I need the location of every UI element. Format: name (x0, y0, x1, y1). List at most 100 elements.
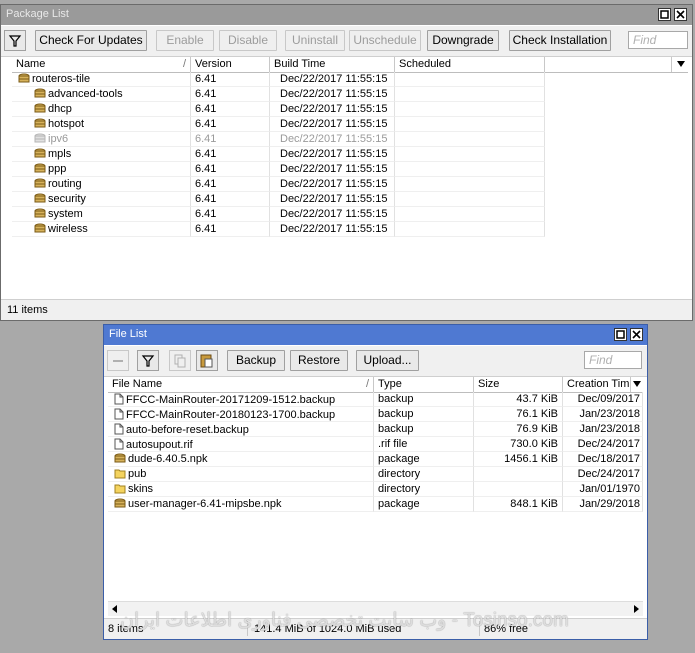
restore-button[interactable]: Restore (290, 350, 348, 371)
close-button[interactable] (630, 328, 643, 341)
cell-scheduled (395, 222, 545, 237)
table-row[interactable]: routing 6.41 Dec/22/2017 11:55:15 (12, 177, 688, 192)
upload-button[interactable]: Upload... (356, 350, 419, 371)
cell-name: ipv6 (12, 132, 191, 147)
file-toolbar: Backup Restore Upload... Find (104, 346, 647, 377)
column-header-size[interactable]: Size (474, 377, 563, 392)
table-row[interactable]: skins directory Jan/01/1970 (108, 482, 643, 497)
column-header-creation-time[interactable]: Creation Tim (563, 377, 631, 392)
downgrade-button[interactable]: Downgrade (427, 30, 499, 51)
filter-button[interactable] (4, 30, 26, 51)
scroll-left-icon[interactable] (110, 604, 120, 614)
find-input[interactable]: Find (628, 31, 688, 49)
table-row[interactable]: ppp 6.41 Dec/22/2017 11:55:15 (12, 162, 688, 177)
column-header-type[interactable]: Type (374, 377, 474, 392)
disable-button[interactable]: Disable (219, 30, 277, 51)
enable-button[interactable]: Enable (156, 30, 214, 51)
file-icon (114, 393, 124, 405)
cell-name: dhcp (12, 102, 191, 117)
file-name: user-manager-6.41-mipsbe.npk (128, 498, 282, 510)
unschedule-button[interactable]: Unschedule (349, 30, 421, 51)
table-row[interactable]: dude-6.40.5.npk package 1456.1 KiB Dec/18/2… (108, 452, 643, 467)
cell-size: 76.1 KiB (474, 407, 563, 422)
package-icon (114, 498, 126, 508)
check-installation-button[interactable]: Check Installation (509, 30, 611, 51)
maximize-button[interactable] (614, 328, 627, 341)
cell-size: 730.0 KiB (474, 437, 563, 452)
table-row[interactable]: FFCC-MainRouter-20180123-1700.backup back… (108, 407, 643, 422)
cell-file-name: auto-before-reset.backup (108, 422, 374, 437)
table-row[interactable]: pub directory Dec/24/2017 (108, 467, 643, 482)
scroll-right-icon[interactable] (631, 604, 641, 614)
dropdown-arrow-icon (633, 381, 641, 387)
cell-type: .rif file (374, 437, 474, 452)
close-button[interactable] (674, 8, 687, 21)
window-title: File List (109, 328, 147, 340)
cell-size: 43.7 KiB (474, 392, 563, 407)
cell-creation-time: Dec/24/2017 (563, 437, 643, 452)
check-updates-button[interactable]: Check For Updates (35, 30, 147, 51)
cell-scheduled (395, 147, 545, 162)
cell-type: package (374, 452, 474, 467)
cell-build-time: Dec/22/2017 11:55:15 (270, 177, 395, 192)
cell-scheduled (395, 162, 545, 177)
cell-scheduled (395, 102, 545, 117)
remove-button[interactable] (107, 350, 129, 371)
package-list-titlebar[interactable]: Package List (1, 5, 692, 25)
cell-type: backup (374, 407, 474, 422)
paste-button[interactable] (196, 350, 218, 371)
window-title: Package List (6, 8, 69, 20)
copy-button[interactable] (169, 350, 191, 371)
table-row[interactable]: routeros-tile 6.41 Dec/22/2017 11:55:15 (12, 72, 688, 87)
table-row[interactable]: autosupout.rif .rif file 730.0 KiB Dec/24/2… (108, 437, 643, 452)
file-list-titlebar[interactable]: File List (104, 325, 647, 345)
table-row[interactable]: user-manager-6.41-mipsbe.npk package 848.1… (108, 497, 643, 512)
cell-build-time: Dec/22/2017 11:55:15 (270, 207, 395, 222)
table-row[interactable]: hotspot 6.41 Dec/22/2017 11:55:15 (12, 117, 688, 132)
cell-version: 6.41 (191, 192, 270, 207)
table-row[interactable]: dhcp 6.41 Dec/22/2017 11:55:15 (12, 102, 688, 117)
backup-button[interactable]: Backup (227, 350, 285, 371)
file-name: skins (128, 483, 154, 495)
file-icon (114, 408, 124, 420)
cell-name: wireless (12, 222, 191, 237)
table-row[interactable]: auto-before-reset.backup backup 76.9 KiB Ja… (108, 422, 643, 437)
table-row[interactable]: system 6.41 Dec/22/2017 11:55:15 (12, 207, 688, 222)
cell-scheduled (395, 207, 545, 222)
file-icon (114, 423, 124, 435)
cell-scheduled (395, 87, 545, 102)
column-header-build-time[interactable]: Build Time (270, 57, 395, 72)
filter-button[interactable] (137, 350, 159, 371)
table-row[interactable]: ipv6 6.41 Dec/22/2017 11:55:15 (12, 132, 688, 147)
column-menu-button[interactable] (632, 379, 642, 389)
package-name: ppp (48, 163, 67, 175)
cell-scheduled (395, 177, 545, 192)
column-header-scheduled[interactable]: Scheduled (395, 57, 545, 72)
column-header-name[interactable]: Name / (12, 57, 191, 72)
cell-scheduled (395, 192, 545, 207)
copy-icon (174, 354, 186, 368)
maximize-button[interactable] (658, 8, 671, 21)
table-row[interactable]: mpls 6.41 Dec/22/2017 11:55:15 (12, 147, 688, 162)
cell-file-name: user-manager-6.41-mipsbe.npk (108, 497, 374, 512)
table-row[interactable]: FFCC-MainRouter-20171209-1512.backup back… (108, 392, 643, 407)
cell-size: 848.1 KiB (474, 497, 563, 512)
cell-version: 6.41 (191, 207, 270, 222)
cell-version: 6.41 (191, 102, 270, 117)
uninstall-button[interactable]: Uninstall (285, 30, 345, 51)
minus-icon (113, 360, 123, 362)
package-name: routing (48, 178, 82, 190)
table-row[interactable]: wireless 6.41 Dec/22/2017 11:55:15 (12, 222, 688, 237)
cell-version: 6.41 (191, 162, 270, 177)
cell-name: mpls (12, 147, 191, 162)
find-input[interactable]: Find (584, 351, 642, 369)
table-row[interactable]: security 6.41 Dec/22/2017 11:55:15 (12, 192, 688, 207)
cell-version: 6.41 (191, 72, 270, 87)
close-icon (632, 330, 641, 339)
package-icon (18, 73, 30, 83)
column-header-version[interactable]: Version (191, 57, 270, 72)
table-row[interactable]: advanced-tools 6.41 Dec/22/2017 11:55:15 (12, 87, 688, 102)
column-header-file-name[interactable]: File Name / (108, 377, 374, 392)
cell-build-time: Dec/22/2017 11:55:15 (270, 117, 395, 132)
column-menu-button[interactable] (676, 59, 686, 69)
